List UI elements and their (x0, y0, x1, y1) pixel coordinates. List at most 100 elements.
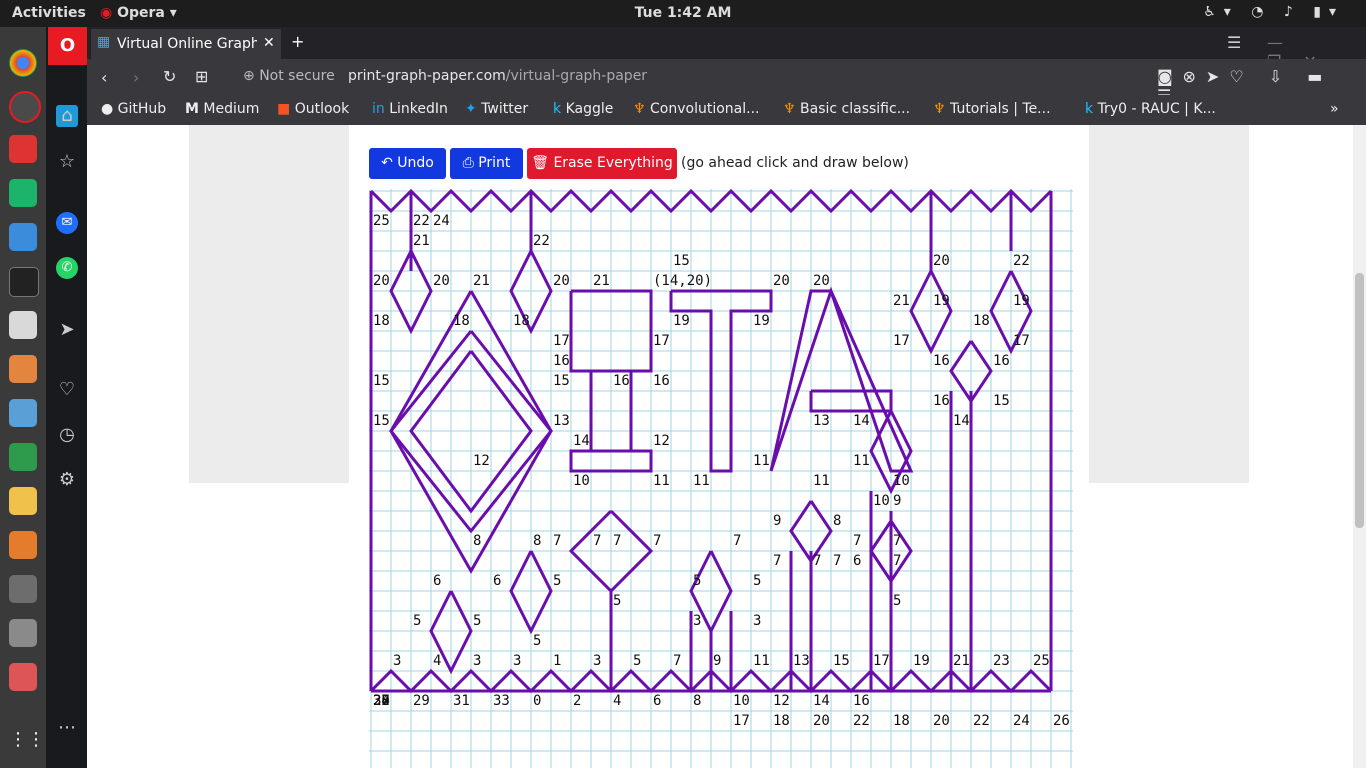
grid-label: 29 (413, 693, 430, 709)
grid-label: 34 (373, 693, 390, 709)
grid-label: 19 (913, 653, 930, 669)
grid-label: 6 (433, 573, 441, 589)
grid-label: 19 (753, 313, 770, 329)
bookmark-label: Kaggle (565, 101, 614, 117)
security-label: Not secure (259, 68, 335, 84)
bookmarks-overflow-icon[interactable]: » (1330, 101, 1339, 117)
grid-label: 24 (433, 213, 450, 229)
bookmark-convolutional[interactable]: ♆ Convolutional... (633, 101, 759, 117)
bookmark-basic-classification[interactable]: ♆ Basic classific... (783, 101, 910, 117)
grid-label: 33 (493, 693, 510, 709)
send-icon[interactable]: ➤ (56, 319, 78, 341)
grid-label: (14,20) (653, 273, 712, 289)
grid-label: 3 (693, 613, 701, 629)
grid-label: 3 (513, 653, 521, 669)
grid-label: 23 (993, 653, 1010, 669)
show-apps-icon[interactable]: ⋮⋮ (9, 729, 45, 757)
close-icon[interactable]: ✕ (263, 35, 275, 51)
grid-label: 11 (853, 453, 870, 469)
url-field[interactable]: print-graph-paper.com/virtual-graph-pape… (348, 68, 647, 84)
back-icon[interactable]: ‹ (101, 68, 107, 87)
new-tab-button[interactable]: + (291, 32, 304, 51)
star-icon[interactable]: ☆ (56, 151, 78, 173)
grid-label: 21 (953, 653, 970, 669)
heart-icon[interactable]: ♡ (56, 379, 78, 401)
grid-label: 20 (813, 273, 830, 289)
bookmark-label: Outlook (294, 101, 350, 117)
opera-icon[interactable] (9, 91, 41, 123)
grid-label: 12 (653, 433, 670, 449)
terminal-icon[interactable] (9, 267, 39, 297)
undo-button[interactable]: ↶ Undo (369, 148, 446, 179)
scrollbar-thumb[interactable] (1355, 273, 1364, 528)
grid-label: 7 (733, 533, 741, 549)
grid-label: 4 (433, 653, 441, 669)
gimp-icon[interactable] (9, 575, 37, 603)
grid-label: 16 (653, 373, 670, 389)
grid-label: 5 (613, 593, 621, 609)
bookmark-medium[interactable]: M Medium (185, 101, 259, 117)
graph-paper-icon: ▦ (97, 34, 111, 50)
pycharm-icon[interactable] (9, 179, 37, 207)
presentation-icon[interactable] (9, 355, 37, 383)
bookmarks-bar: ● GitHub M Medium ■ Outlook in LinkedIn … (87, 95, 1366, 125)
messenger-icon[interactable]: ✉ (56, 212, 78, 234)
text-editor-icon[interactable] (9, 531, 37, 559)
system-tray[interactable]: ♿▾ ◔ ♪ ▮▾ (1203, 4, 1344, 20)
grid-label: 0 (533, 693, 541, 709)
email-icon[interactable] (9, 135, 37, 163)
vertical-scrollbar[interactable] (1353, 125, 1366, 768)
home-icon[interactable]: ⌂ (56, 105, 78, 127)
image-viewer-icon[interactable] (9, 399, 37, 427)
drawn-stroke (769, 286, 914, 473)
bookmark-outlook[interactable]: ■ Outlook (277, 101, 349, 117)
grid-label: 12 (473, 453, 490, 469)
url-host: print-graph-paper.com (348, 68, 506, 84)
history-icon[interactable]: ◷ (56, 424, 78, 446)
grid-label: 7 (593, 533, 601, 549)
settings-icon[interactable]: ⚙ (56, 469, 78, 491)
erase-everything-button[interactable]: 🗑 Erase Everything (527, 148, 677, 179)
grid-label: 17 (873, 653, 890, 669)
grid-label: 16 (933, 353, 950, 369)
bookmark-tutorials[interactable]: ♆ Tutorials | Te... (933, 101, 1051, 117)
grid-label: 7 (893, 553, 901, 569)
drawing-canvas[interactable]: 25 22 24 21 22 15 (14,20) 20 20 20 20 21 20 20 22 21 21 1… (369, 188, 1092, 768)
reload-icon[interactable]: ↻ (163, 67, 176, 86)
tab-menu-icon[interactable]: ☰ (1227, 33, 1241, 52)
camera-icon[interactable] (9, 619, 37, 647)
grid-label: 18 (513, 313, 530, 329)
bookmark-try0[interactable]: k Try0 - RAUC | K... (1085, 101, 1216, 117)
grid-label: 25 (1033, 653, 1050, 669)
chrome-icon[interactable] (9, 49, 37, 77)
grid-label: 11 (753, 453, 770, 469)
grid-label: 13 (813, 413, 830, 429)
more-icon[interactable]: ⋯ (56, 717, 78, 739)
tab-virtual-graph[interactable]: ▦ Virtual Online Graph ✕ (91, 29, 281, 59)
files-icon[interactable] (9, 311, 37, 339)
bookmark-github[interactable]: ● GitHub (101, 101, 166, 117)
bookmark-linkedin[interactable]: in LinkedIn (372, 101, 448, 117)
print-button[interactable]: ⎙ Print (450, 148, 523, 179)
grid-label: 22 (533, 233, 550, 249)
grid-label: 19 (1013, 293, 1030, 309)
whatsapp-icon[interactable]: ✆ (56, 257, 78, 279)
system-top-bar: Activities ◉ Opera ▾ Tue 1:42 AM ♿▾ ◔ ♪ … (0, 0, 1366, 27)
bookmark-kaggle[interactable]: k Kaggle (553, 101, 613, 117)
bookmark-twitter[interactable]: ✦ Twitter (465, 101, 528, 117)
graph-paper-svg[interactable]: 25 22 2421 2215(14,20) 20 2020 20 21 2020 222121 1… (369, 188, 1092, 768)
spreadsheet-icon[interactable] (9, 443, 37, 471)
speed-dial-icon[interactable]: ⊞ (195, 67, 208, 86)
security-indicator[interactable]: ⊕ Not secure (243, 68, 335, 84)
forward-icon[interactable]: › (133, 68, 139, 87)
image-editor-icon[interactable] (9, 487, 37, 515)
settings-tool-icon[interactable] (9, 663, 37, 691)
grid-label: 21 (593, 273, 610, 289)
remote-desktop-icon[interactable] (9, 223, 37, 251)
grid-label: 13 (553, 413, 570, 429)
grid-label: 15 (553, 373, 570, 389)
opera-menu-icon[interactable]: O (48, 27, 87, 65)
bookmark-label: Basic classific... (800, 101, 911, 117)
clock[interactable]: Tue 1:42 AM (0, 5, 1366, 21)
grid-label: 7 (673, 653, 681, 669)
